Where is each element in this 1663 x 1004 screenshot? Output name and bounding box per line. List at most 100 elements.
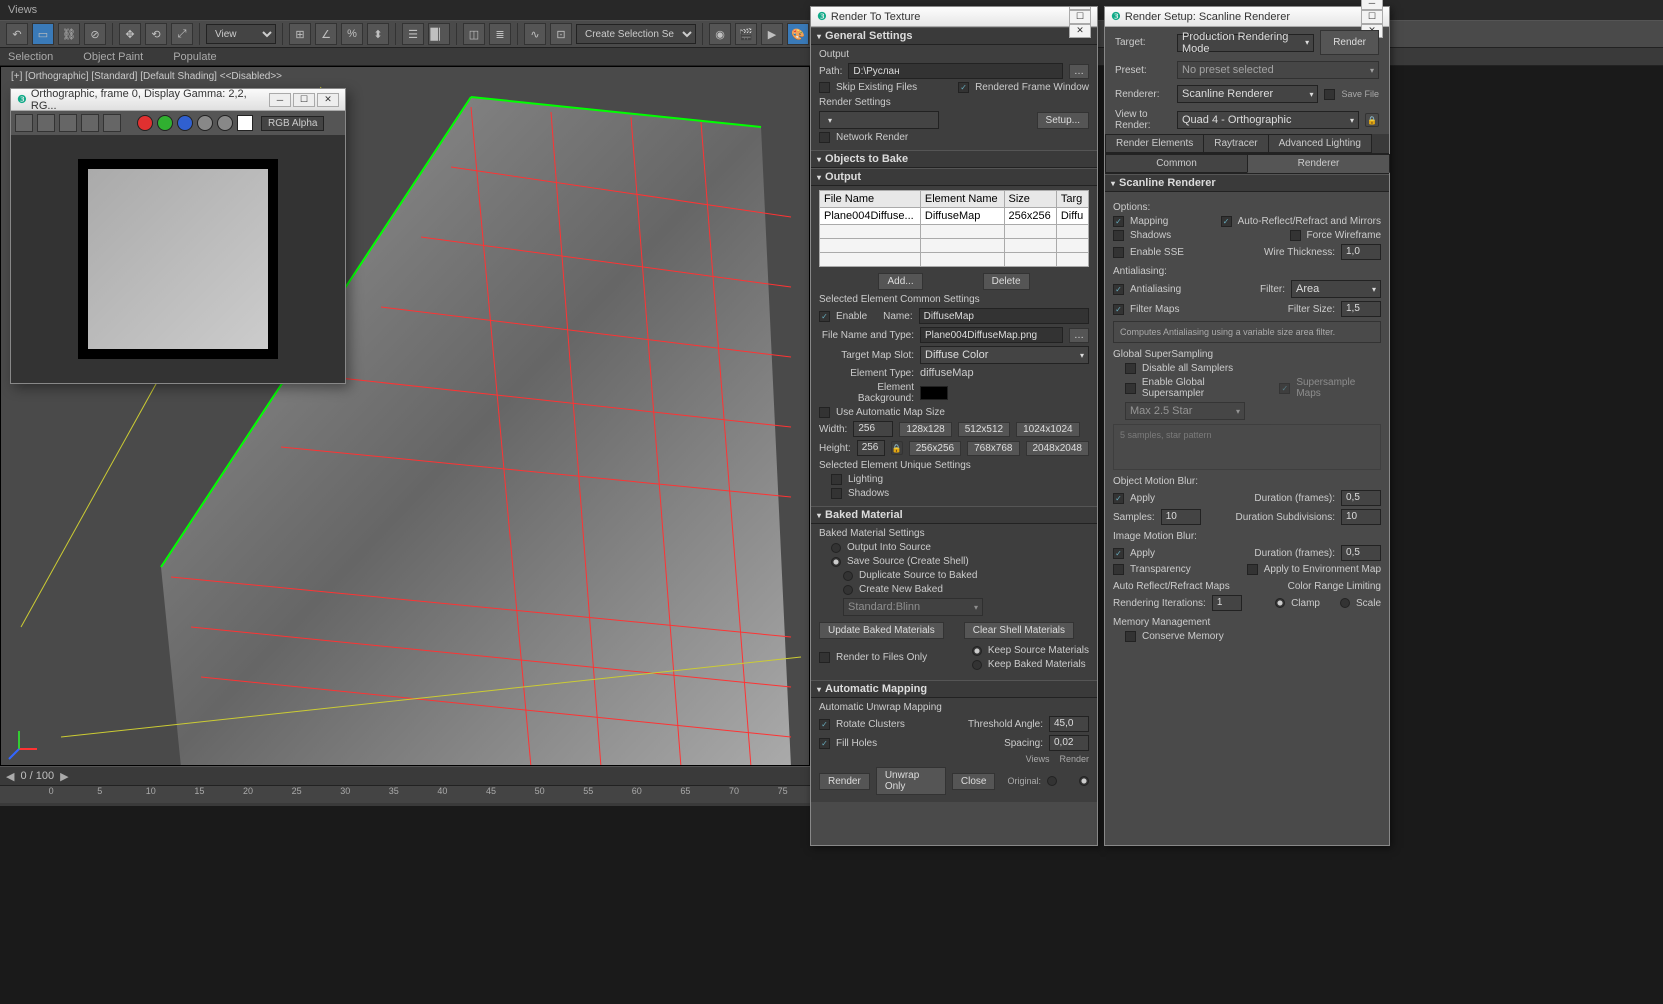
filter-maps-checkbox[interactable] [1113,304,1124,315]
shadows-checkbox[interactable] [1113,230,1124,241]
rotate-clusters-checkbox[interactable] [819,719,830,730]
tool-undo-icon[interactable]: ↶ [6,23,28,45]
renderer-dropdown[interactable]: Scanline Renderer [1177,85,1318,103]
size-512-button[interactable]: 512x512 [958,422,1010,437]
size-lock-icon[interactable]: 🔒 [891,441,903,455]
selection-set-dropdown[interactable]: Create Selection Se [576,24,696,44]
path-input[interactable] [848,63,1063,79]
tool-material-icon[interactable]: ◉ [709,23,731,45]
target-map-slot-dropdown[interactable]: Diffuse Color [920,346,1089,364]
tool-snap-icon[interactable]: ⊞ [289,23,311,45]
clear-icon[interactable] [103,114,121,132]
keep-source-radio[interactable] [972,646,982,656]
element-name-input[interactable] [919,308,1089,324]
minimize-icon[interactable]: ─ [269,93,291,107]
network-render-checkbox[interactable] [819,132,830,143]
omb-samples-spinner[interactable]: 10 [1161,509,1201,525]
enable-element-checkbox[interactable] [819,311,830,322]
omb-duration-spinner[interactable]: 0,5 [1341,490,1381,506]
tab-advanced-lighting[interactable]: Advanced Lighting [1268,134,1372,153]
clone-icon[interactable] [59,114,77,132]
enable-gss-checkbox[interactable] [1125,383,1136,394]
tool-unlink-icon[interactable]: ⊘ [84,23,106,45]
tool-mirror-icon[interactable]: ▉▏ [428,23,450,45]
timeline-next-icon[interactable]: ▶ [60,770,68,783]
create-new-baked-radio[interactable] [843,585,853,595]
original-render-radio[interactable] [1079,776,1089,786]
render-files-only-checkbox[interactable] [819,652,830,663]
tool-layers-icon[interactable]: ≣ [489,23,511,45]
tab-render-elements[interactable]: Render Elements [1105,134,1204,153]
target-dropdown[interactable]: Production Rendering Mode [1177,34,1314,52]
force-wireframe-checkbox[interactable] [1290,230,1301,241]
tool-schematic-icon[interactable]: ⊡ [550,23,572,45]
enable-sse-checkbox[interactable] [1113,247,1124,258]
save-image-icon[interactable] [15,114,33,132]
threshold-angle-spinner[interactable]: 45,0 [1049,716,1089,732]
fill-holes-checkbox[interactable] [819,738,830,749]
rtt-general-settings-header[interactable]: General Settings [811,27,1097,45]
maximize-icon[interactable]: ☐ [293,93,315,107]
render-main-button[interactable]: Render [1320,30,1379,55]
wire-thickness-spinner[interactable]: 1,0 [1341,244,1381,260]
tool-named-sel-icon[interactable]: ☰ [402,23,424,45]
output-into-source-radio[interactable] [831,543,841,553]
close-icon[interactable]: ✕ [317,93,339,107]
height-spinner[interactable]: 256 [857,440,885,456]
timeline[interactable]: ◀ 0 / 100 ▶ 0 5 10 15 20 25 30 35 40 45 … [0,766,810,806]
close-icon[interactable]: ✕ [1069,24,1091,38]
setup-button[interactable]: Setup... [1037,112,1089,129]
width-spinner[interactable]: 256 [853,421,893,437]
keep-baked-radio[interactable] [972,660,982,670]
menu-views[interactable]: Views [8,4,37,16]
tool-link-icon[interactable]: ⛓ [58,23,80,45]
channel-red-icon[interactable] [137,115,153,131]
coord-system-dropdown[interactable]: View [206,24,276,44]
omb-subdiv-spinner[interactable]: 10 [1341,509,1381,525]
original-views-radio[interactable] [1047,776,1057,786]
ribbon-selection[interactable]: Selection [8,51,53,63]
ribbon-object-paint[interactable]: Object Paint [83,51,143,63]
rtt-objects-to-bake-header[interactable]: Objects to Bake [811,150,1097,168]
render-iterations-spinner[interactable]: 1 [1212,595,1242,611]
tool-render-setup-icon[interactable]: 🎬 [735,23,757,45]
output-elements-table[interactable]: File NameElement NameSizeTarg Plane004Di… [819,190,1089,267]
tab-renderer[interactable]: Renderer [1247,154,1390,173]
print-icon[interactable] [81,114,99,132]
tool-render-frame-icon[interactable]: ▶ [761,23,783,45]
size-768-button[interactable]: 768x768 [967,441,1019,456]
save-source-radio[interactable] [831,557,841,567]
antialiasing-checkbox[interactable] [1113,284,1124,295]
rtt-titlebar[interactable]: ❸ Render To Texture ─☐✕ [811,7,1097,27]
table-row[interactable]: Plane004Diffuse...DiffuseMap256x256Diffu [820,208,1089,225]
tool-move-icon[interactable]: ✥ [119,23,141,45]
use-auto-size-checkbox[interactable] [819,407,830,418]
tool-spinner-snap-icon[interactable]: ⬍ [367,23,389,45]
unwrap-only-button[interactable]: Unwrap Only [876,767,946,795]
shadows-checkbox[interactable] [831,488,842,499]
channel-blue-icon[interactable] [177,115,193,131]
tool-angle-snap-icon[interactable]: ∠ [315,23,337,45]
scanline-renderer-header[interactable]: Scanline Renderer [1105,174,1389,192]
tab-common[interactable]: Common [1105,154,1248,173]
update-baked-button[interactable]: Update Baked Materials [819,622,944,639]
clamp-radio[interactable] [1275,598,1285,608]
rtt-output-header[interactable]: Output [811,168,1097,186]
tool-align-icon[interactable]: ◫ [463,23,485,45]
tool-render-icon[interactable]: 🎨 [787,23,809,45]
rtt-auto-mapping-header[interactable]: Automatic Mapping [811,680,1097,698]
size-2048-button[interactable]: 2048x2048 [1026,441,1090,456]
view-lock-icon[interactable]: 🔒 [1365,113,1379,127]
tool-curve-editor-icon[interactable]: ∿ [524,23,546,45]
add-element-button[interactable]: Add... [878,273,922,290]
omb-apply-checkbox[interactable] [1113,493,1124,504]
scale-radio[interactable] [1340,598,1350,608]
delete-element-button[interactable]: Delete [983,273,1030,290]
element-bg-swatch[interactable] [920,386,948,400]
render-settings-dropdown[interactable] [819,111,939,129]
channel-toggle-icon[interactable] [237,115,253,131]
clear-shell-button[interactable]: Clear Shell Materials [964,622,1074,639]
tab-raytracer[interactable]: Raytracer [1203,134,1268,153]
skip-existing-checkbox[interactable] [819,82,830,93]
lighting-checkbox[interactable] [831,474,842,485]
